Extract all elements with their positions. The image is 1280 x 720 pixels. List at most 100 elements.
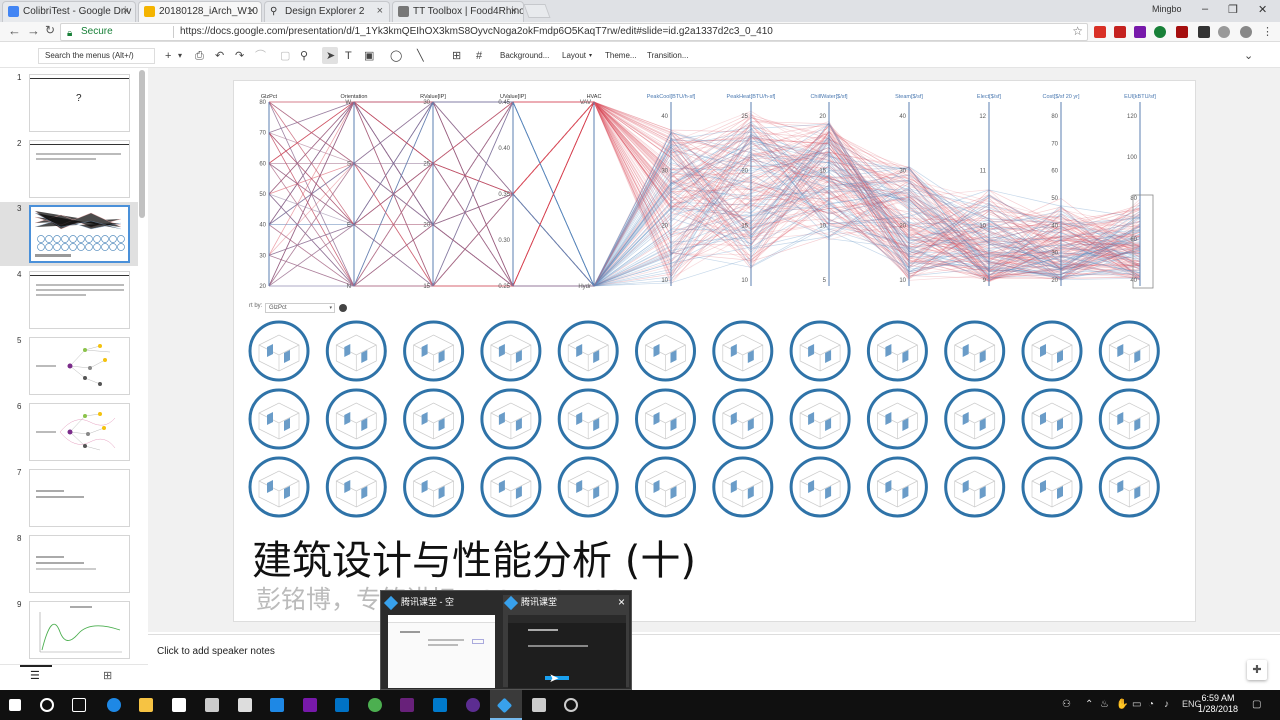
mail-icon[interactable] <box>205 698 219 712</box>
extension-icon[interactable] <box>1218 26 1230 38</box>
slide-thumbnail-5[interactable] <box>29 337 130 395</box>
url-field[interactable]: 🔒︎ Secure https://docs.google.com/presen… <box>60 23 1088 41</box>
app-icon[interactable] <box>564 698 578 712</box>
redo-icon[interactable]: ↷ <box>235 48 244 64</box>
profile-name[interactable]: Mingbo <box>1152 4 1182 14</box>
extension-icon[interactable] <box>1240 26 1252 38</box>
close-icon[interactable]: × <box>618 595 625 610</box>
menu-search-input[interactable]: Search the menus (Alt+/) <box>38 48 155 64</box>
slide-thumbnail-1[interactable]: ? <box>29 74 130 132</box>
filmstrip-view-icon[interactable]: ☰ <box>30 669 40 682</box>
back-icon[interactable]: ← <box>8 23 21 38</box>
vscode-icon[interactable] <box>433 698 447 712</box>
people-icon[interactable]: ⚇ <box>1062 699 1071 710</box>
zoom-icon[interactable]: ⚲ <box>300 48 308 64</box>
transition-button[interactable]: Transition... <box>647 49 689 63</box>
task-view-icon[interactable] <box>72 698 86 712</box>
tab-design-explorer[interactable]: ⚲ Design Explorer 2 × <box>264 1 390 22</box>
slide-thumbnail-9[interactable] <box>29 601 130 659</box>
extension-icon[interactable] <box>1176 26 1188 38</box>
dropdown-icon[interactable]: ▾ <box>178 48 182 64</box>
design-thumbnail <box>403 320 465 382</box>
windows-start-icon[interactable] <box>9 699 21 711</box>
tab-colibri[interactable]: ColibriTest - Google Driv × <box>2 1 136 22</box>
tab-tt-toolbox[interactable]: TT Toolbox | Food4Rhino × <box>392 1 524 22</box>
slide-thumbnail-3[interactable] <box>29 205 130 263</box>
show-hidden-icons-icon[interactable]: ⌃ <box>1085 699 1093 710</box>
layout-button[interactable]: Layout <box>562 49 586 63</box>
calendar-icon[interactable] <box>238 698 252 712</box>
print-icon[interactable]: ⎙ <box>195 48 204 64</box>
close-window-icon[interactable]: ✕ <box>1258 3 1267 16</box>
grid-view-icon[interactable]: ⊞ <box>103 669 112 682</box>
close-icon[interactable]: × <box>377 2 383 21</box>
slides-icon <box>144 6 155 17</box>
app-icon[interactable] <box>466 698 480 712</box>
chrome-icon[interactable] <box>368 698 382 712</box>
extension-icon[interactable] <box>1198 26 1210 38</box>
tray-app-icon[interactable]: ♨ <box>1100 699 1109 710</box>
outlook-icon[interactable] <box>335 698 349 712</box>
close-icon[interactable]: × <box>511 2 517 21</box>
reload-icon[interactable]: ↻ <box>45 23 55 37</box>
select-arrow-icon[interactable]: ➤ <box>326 48 335 64</box>
slide-thumbnail-6[interactable] <box>29 403 130 461</box>
explore-button[interactable]: ✚ <box>1247 660 1267 680</box>
cortana-search-icon[interactable] <box>40 698 54 712</box>
slide-thumbnail-7[interactable] <box>29 469 130 527</box>
filmstrip-scrollbar[interactable] <box>139 70 145 218</box>
slide-thumbnail-2[interactable] <box>29 140 130 198</box>
rhino-icon[interactable] <box>532 698 546 712</box>
settings-button[interactable] <box>339 304 347 312</box>
extension-icon[interactable] <box>1094 26 1106 38</box>
bookmark-star-icon[interactable]: ☆ <box>1072 23 1083 39</box>
paint-format-icon[interactable]: ⌒ <box>255 48 266 64</box>
tick-label: 40 <box>1130 278 1137 284</box>
sort-by-select[interactable]: GlzPct ▾ <box>265 303 335 313</box>
maximize-icon[interactable]: ❐ <box>1228 3 1238 16</box>
visual-studio-icon[interactable] <box>400 698 414 712</box>
file-explorer-icon[interactable] <box>139 698 153 712</box>
theme-button[interactable]: Theme... <box>605 49 637 63</box>
chrome-menu-icon[interactable]: ⋮ <box>1262 26 1274 38</box>
notifications-icon[interactable]: ▢ <box>1252 699 1261 710</box>
new-slide-icon[interactable]: + <box>165 48 171 64</box>
background-button[interactable]: Background... <box>500 49 549 63</box>
shape-icon[interactable]: ◯ <box>390 48 402 64</box>
grid-icon[interactable]: # <box>476 48 482 64</box>
edge-icon[interactable] <box>107 698 121 712</box>
preview-card-2[interactable]: 腾讯课堂 × <box>503 595 629 688</box>
image-icon[interactable]: ▣ <box>364 48 374 64</box>
layout-dropdown-icon[interactable]: ▾ <box>589 49 592 63</box>
fit-icon[interactable]: ▢ <box>280 48 290 64</box>
extension-icon[interactable] <box>1114 26 1126 38</box>
line-icon[interactable]: ╲ <box>417 48 424 64</box>
app-icon[interactable] <box>270 698 284 712</box>
battery-icon[interactable]: ▭ <box>1132 699 1141 710</box>
preview-card-1[interactable]: 腾讯课堂 - 空 <box>383 595 500 688</box>
minimize-icon[interactable]: – <box>1202 3 1208 15</box>
comment-icon[interactable]: ⊞ <box>452 48 461 64</box>
tick-label: 60 <box>1130 237 1137 243</box>
undo-icon[interactable]: ↶ <box>215 48 224 64</box>
tab-slides[interactable]: 20180128_iArch_W10 - G × <box>138 1 262 22</box>
slide-thumbnail-4[interactable] <box>29 271 130 329</box>
shield-extension-icon[interactable] <box>1154 26 1166 38</box>
close-icon[interactable]: × <box>249 2 255 21</box>
onenote-extension-icon[interactable] <box>1134 26 1146 38</box>
collapse-toolbar-icon[interactable]: ⌄ <box>1244 48 1253 64</box>
taskbar-clock[interactable]: 6:59 AM 1/28/2018 <box>1198 693 1238 715</box>
forward-icon[interactable]: → <box>27 23 40 38</box>
network-icon[interactable]: ◔ <box>1148 699 1154 710</box>
volume-icon[interactable]: ♪ <box>1164 699 1169 710</box>
new-tab-button[interactable] <box>523 4 551 18</box>
onenote-icon[interactable] <box>303 698 317 712</box>
slide-thumbnail-8[interactable] <box>29 535 130 593</box>
store-icon[interactable] <box>172 698 186 712</box>
clock-time: 6:59 AM <box>1201 693 1235 703</box>
close-icon[interactable]: × <box>123 2 129 21</box>
speaker-notes[interactable]: Click to add speaker notes <box>148 634 1280 666</box>
text-box-icon[interactable]: T <box>345 48 352 64</box>
tray-app-icon[interactable]: ✋ <box>1116 699 1128 710</box>
parallel-coordinates-chart[interactable]: GlzPct80706050403020OrientationWSENRValu… <box>243 86 1163 298</box>
